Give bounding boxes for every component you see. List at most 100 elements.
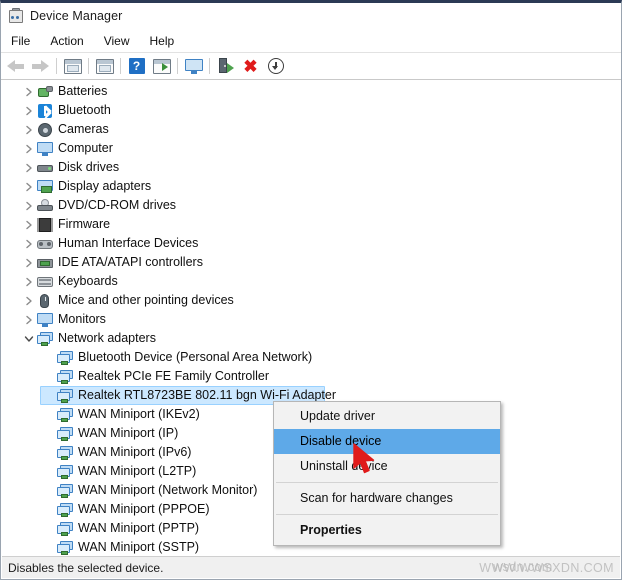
network-adapter-icon <box>56 538 73 555</box>
monitor-icon <box>36 310 53 329</box>
chevron-down-icon[interactable] <box>22 329 36 348</box>
device-manager-icon <box>7 8 23 24</box>
chevron-right-icon[interactable] <box>22 120 36 139</box>
properties-icon[interactable] <box>92 54 117 78</box>
menu-view[interactable]: View <box>94 32 140 50</box>
network-adapter-icon <box>56 500 73 519</box>
status-bar: Disables the selected device. WWW.WWSXDN… <box>2 556 620 578</box>
tree-device-row[interactable]: Realtek PCIe FE Family Controller <box>2 367 620 386</box>
tree-item-label: Keyboards <box>58 274 118 288</box>
scan-hardware-changes-icon[interactable] <box>181 54 206 78</box>
chevron-right-icon[interactable] <box>22 234 36 253</box>
tree-item-label: Realtek PCIe FE Family Controller <box>78 369 270 383</box>
menu-help[interactable]: Help <box>140 32 185 50</box>
chevron-right-icon[interactable] <box>22 272 36 291</box>
tree-item-label: Batteries <box>58 84 108 98</box>
tree-item-label: WAN Miniport (PPTP) <box>78 521 200 535</box>
context-menu-item-uninstall-device[interactable]: Uninstall device <box>274 454 500 479</box>
tree-category-row[interactable]: Network adapters <box>2 329 620 348</box>
network-adapter-icon <box>56 424 73 443</box>
menu-file[interactable]: File <box>5 32 40 50</box>
tree-item-label: Monitors <box>58 312 106 326</box>
tree-item-label: Cameras <box>58 122 109 136</box>
tree-category-row[interactable]: Human Interface Devices <box>2 234 620 253</box>
update-driver-icon[interactable] <box>149 54 174 78</box>
chevron-right-icon[interactable] <box>22 139 36 158</box>
tree-item-label: DVD/CD-ROM drives <box>58 198 177 212</box>
tree-item-label: WAN Miniport (L2TP) <box>78 464 197 478</box>
context-menu-item-disable-device[interactable]: Disable device <box>274 429 500 454</box>
network-adapter-icon <box>56 367 73 386</box>
toolbar: ? ✖ <box>1 53 621 80</box>
chevron-right-icon[interactable] <box>22 196 36 215</box>
help-icon[interactable]: ? <box>124 54 149 78</box>
chevron-right-icon[interactable] <box>22 253 36 272</box>
menu-action[interactable]: Action <box>40 32 93 50</box>
chevron-right-icon[interactable] <box>22 177 36 196</box>
disable-device-icon[interactable] <box>263 54 288 78</box>
display-adapter-icon <box>36 177 53 196</box>
computer-icon <box>36 139 53 158</box>
chevron-right-icon[interactable] <box>22 101 36 120</box>
network-adapter-icon <box>36 329 53 348</box>
status-text: Disables the selected device. <box>8 560 164 575</box>
forward-arrow-icon[interactable] <box>28 54 53 78</box>
context-menu-separator <box>276 482 498 483</box>
tree-category-row[interactable]: Disk drives <box>2 158 620 177</box>
tree-device-row[interactable]: Bluetooth Device (Personal Area Network) <box>2 348 620 367</box>
enable-device-icon[interactable] <box>213 54 238 78</box>
device-manager-window: Device Manager File Action View Help ? ✖… <box>0 0 622 580</box>
tree-item-label: Human Interface Devices <box>58 236 199 250</box>
tree-item-label: IDE ATA/ATAPI controllers <box>58 255 203 269</box>
keyboard-icon <box>36 272 53 291</box>
tree-category-row[interactable]: Mice and other pointing devices <box>2 291 620 310</box>
tree-item-label: Computer <box>58 141 113 155</box>
tree-category-row[interactable]: Bluetooth <box>2 101 620 120</box>
context-menu-item-properties[interactable]: Properties <box>274 518 500 543</box>
back-arrow-icon[interactable] <box>3 54 28 78</box>
tree-category-row[interactable]: Monitors <box>2 310 620 329</box>
tree-category-row[interactable]: Keyboards <box>2 272 620 291</box>
network-adapter-icon <box>56 443 73 462</box>
chevron-right-icon[interactable] <box>22 310 36 329</box>
tree-category-row[interactable]: Firmware <box>2 215 620 234</box>
chevron-right-icon[interactable] <box>22 82 36 101</box>
chevron-right-icon[interactable] <box>22 291 36 310</box>
toolbar-separator <box>88 58 89 74</box>
tree-category-row[interactable]: Batteries <box>2 82 620 101</box>
tree-item-label: WAN Miniport (Network Monitor) <box>78 483 258 497</box>
uninstall-device-icon[interactable]: ✖ <box>238 54 263 78</box>
tree-item-label: WAN Miniport (SSTP) <box>78 540 200 554</box>
hid-icon <box>36 234 53 253</box>
menu-bar: File Action View Help <box>1 29 621 53</box>
title-bar: Device Manager <box>1 3 621 29</box>
tree-category-row[interactable]: Display adapters <box>2 177 620 196</box>
tree-category-row[interactable]: Cameras <box>2 120 620 139</box>
firmware-icon <box>36 215 53 234</box>
tree-item-label: Bluetooth Device (Personal Area Network) <box>78 350 313 364</box>
tree-category-row[interactable]: DVD/CD-ROM drives <box>2 196 620 215</box>
chevron-right-icon[interactable] <box>22 215 36 234</box>
network-adapter-icon <box>56 386 73 405</box>
chevron-right-icon[interactable] <box>22 158 36 177</box>
tree-item-label: WAN Miniport (IPv6) <box>78 445 192 459</box>
context-menu[interactable]: Update driver Disable device Uninstall dev… <box>273 401 501 546</box>
tree-category-row[interactable]: Computer <box>2 139 620 158</box>
show-hide-console-tree-icon[interactable] <box>60 54 85 78</box>
tree-category-row[interactable]: IDE ATA/ATAPI controllers <box>2 253 620 272</box>
watermark: WWW.WWSXDN.COM wsdn.com <box>479 560 614 575</box>
tree-item-label: Network adapters <box>58 331 156 345</box>
context-menu-item-scan-for-hardware-changes[interactable]: Scan for hardware changes <box>274 486 500 511</box>
ide-controller-icon <box>36 253 53 272</box>
context-menu-item-update-driver[interactable]: Update driver <box>274 404 500 429</box>
tree-item-label: WAN Miniport (PPPOE) <box>78 502 210 516</box>
tree-item-label: Mice and other pointing devices <box>58 293 234 307</box>
